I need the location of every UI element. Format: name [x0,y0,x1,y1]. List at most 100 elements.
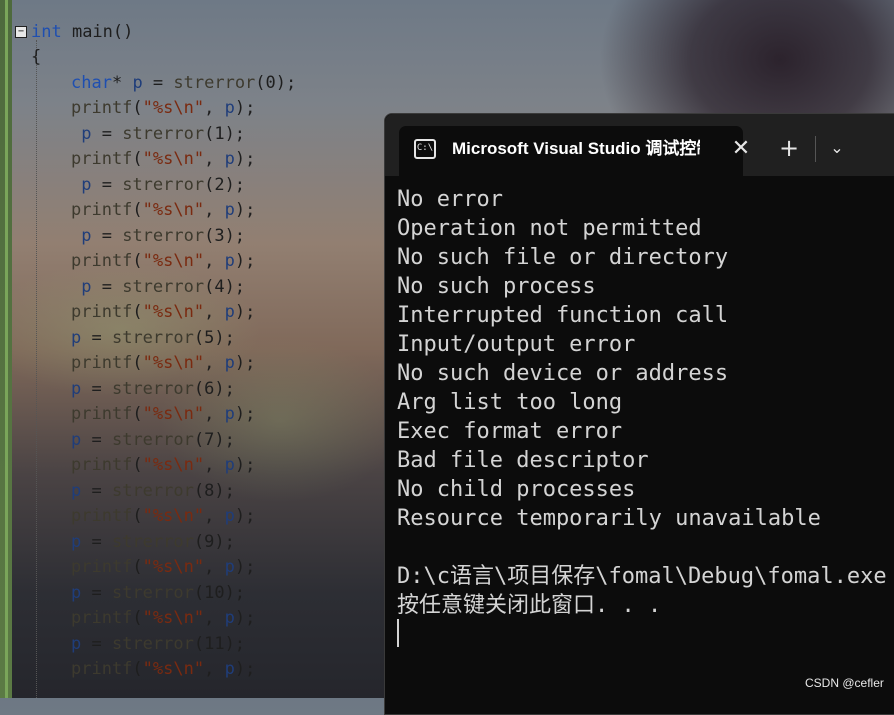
code-token: = [81,481,112,501]
code-line[interactable]: p = strerror(4); [71,275,245,300]
code-token: printf [71,251,133,271]
code-line[interactable]: printf("%s\n", p); [71,249,255,274]
code-line[interactable]: printf("%s\n", p); [71,96,255,121]
code-token: strerror [111,532,194,552]
console-line: No such file or directory [397,245,729,270]
code-token: = [81,583,112,603]
code-token: strerror [111,583,194,603]
code-token: , [204,608,225,628]
code-token: = [81,430,112,450]
code-line[interactable]: printf("%s\n", p); [71,657,255,682]
code-token: strerror [111,379,194,399]
code-token: ); [234,149,256,169]
code-line[interactable]: printf("%s\n", p); [71,300,255,325]
code-line[interactable]: char* p = strerror(0); [71,71,296,96]
code-token: printf [71,557,133,577]
code-token: ); [234,608,256,628]
code-line[interactable]: p = strerror(7); [71,428,235,453]
code-token: strerror [122,175,205,195]
code-token: ( [132,506,143,526]
code-line[interactable]: printf("%s\n", p); [71,351,255,376]
code-token: = [81,532,112,552]
console-line: No error [397,187,503,212]
code-token: "%s\n" [142,251,205,271]
chevron-down-icon[interactable]: ⌄ [825,136,849,160]
code-token: , [204,149,225,169]
code-line[interactable]: printf("%s\n", p); [71,147,255,172]
code-token: , [204,251,225,271]
code-token: char [71,73,112,93]
console-line: Exec format error [397,419,623,444]
code-line[interactable]: { [31,45,41,70]
code-token: p [71,583,82,603]
code-token: (7); [193,430,235,450]
tab-title: Microsoft Visual Studio 调试控制台 [452,139,700,158]
code-line[interactable]: printf("%s\n", p); [71,555,255,580]
code-line[interactable]: p = strerror(8); [71,479,235,504]
code-line[interactable]: printf("%s\n", p); [71,453,255,478]
code-line[interactable]: p = strerror(2); [71,173,245,198]
code-token: = [91,226,123,246]
code-token: p [71,379,82,399]
code-token: printf [71,353,133,373]
code-token: strerror [111,430,194,450]
terminal-icon: C:\ [414,139,436,159]
code-line[interactable]: printf("%s\n", p); [71,402,255,427]
code-line[interactable]: printf("%s\n", p); [71,606,255,631]
code-token: p [71,532,82,552]
code-token: p [71,634,82,654]
code-token: ); [234,659,256,679]
code-token: , [204,98,225,118]
code-token: strerror [111,634,194,654]
code-token: ( [132,608,143,628]
change-indicator [5,0,8,698]
code-line[interactable]: p = strerror(5); [71,326,235,351]
code-token: printf [71,200,133,220]
console-tab[interactable]: C:\ Microsoft Visual Studio 调试控制台 ✕ [399,126,750,176]
close-tab-icon[interactable]: ✕ [729,137,753,161]
console-window[interactable]: C:\ Microsoft Visual Studio 调试控制台 ✕ + ⌄ … [384,113,894,715]
code-line[interactable]: p = strerror(3); [71,224,245,249]
code-token: = [81,328,112,348]
code-token: , [204,200,225,220]
code-token: p [224,404,235,424]
watermark: CSDN @cefler [805,676,884,690]
code-token: = [142,73,174,93]
code-token: int [31,22,62,42]
code-token: ( [132,353,143,373]
code-line[interactable]: printf("%s\n", p); [71,198,255,223]
code-token: = [81,634,112,654]
code-token: strerror [122,277,205,297]
code-line[interactable]: p = strerror(6); [71,377,235,402]
console-line: Bad file descriptor [397,448,649,473]
code-token: ( [132,302,143,322]
code-token: ); [234,200,256,220]
fold-toggle-icon[interactable]: − [15,26,27,38]
code-token: ( [132,455,143,475]
code-line[interactable]: int main() [31,20,133,45]
code-token: , [204,557,225,577]
code-token: p [224,659,235,679]
code-token: p [224,353,235,373]
code-token: ); [234,506,256,526]
code-token: = [91,175,123,195]
code-line[interactable]: p = strerror(11); [71,632,245,657]
code-line[interactable]: p = strerror(10); [71,581,245,606]
console-line: Interrupted function call [397,303,729,328]
code-token: strerror [173,73,256,93]
code-token: "%s\n" [142,506,205,526]
code-token: "%s\n" [142,659,205,679]
code-line[interactable]: p = strerror(9); [71,530,235,555]
code-line[interactable]: p = strerror(1); [71,122,245,147]
code-token: strerror [111,481,194,501]
code-token: "%s\n" [142,404,205,424]
code-token: ( [132,251,143,271]
code-token: "%s\n" [142,302,205,322]
code-token: p [71,175,92,195]
code-token: "%s\n" [142,200,205,220]
code-token: ); [234,455,256,475]
code-line[interactable]: printf("%s\n", p); [71,504,255,529]
console-output: No error Operation not permitted No such f… [397,185,894,620]
code-token: ); [234,353,256,373]
new-tab-button[interactable]: + [777,136,801,160]
